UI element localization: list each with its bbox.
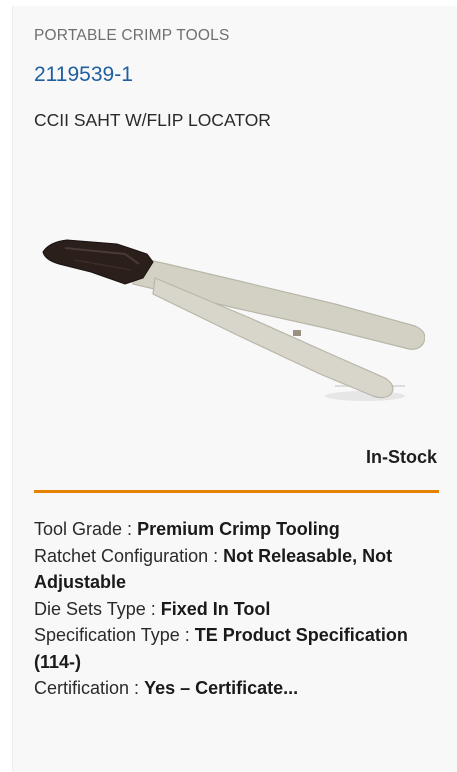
attr-certification: Certification : Yes – Certificate... bbox=[34, 675, 444, 702]
attr-label: Specification Type : bbox=[34, 625, 190, 645]
attr-label: Certification : bbox=[34, 678, 140, 698]
divider bbox=[34, 490, 439, 493]
attr-die-sets-type: Die Sets Type : Fixed In Tool bbox=[34, 596, 444, 623]
attribute-list: Tool Grade : Premium Crimp Tooling Ratch… bbox=[34, 516, 444, 702]
product-category: PORTABLE CRIMP TOOLS bbox=[34, 27, 230, 44]
attr-value: Yes – Certificate... bbox=[144, 678, 299, 698]
attr-label: Die Sets Type : bbox=[34, 598, 156, 619]
attr-value: Fixed In Tool bbox=[160, 598, 271, 619]
product-card[interactable]: PORTABLE CRIMP TOOLS 2119539-1 CCII SAHT… bbox=[12, 6, 457, 772]
stock-status: In-Stock bbox=[365, 447, 437, 467]
product-description: CCII SAHT W/FLIP LOCATOR bbox=[34, 110, 271, 130]
crimp-tool-image[interactable] bbox=[35, 226, 425, 411]
part-number-link[interactable]: 2119539-1 bbox=[34, 63, 133, 87]
attr-label: Tool Grade : bbox=[34, 519, 133, 539]
attr-label: Ratchet Configuration : bbox=[34, 545, 219, 566]
attr-tool-grade: Tool Grade : Premium Crimp Tooling bbox=[34, 516, 444, 543]
attr-ratchet-configuration: Ratchet Configuration : Not Releasable, … bbox=[34, 543, 444, 596]
attr-value: Premium Crimp Tooling bbox=[137, 519, 340, 539]
attr-specification-type: Specification Type : TE Product Specific… bbox=[34, 622, 444, 675]
